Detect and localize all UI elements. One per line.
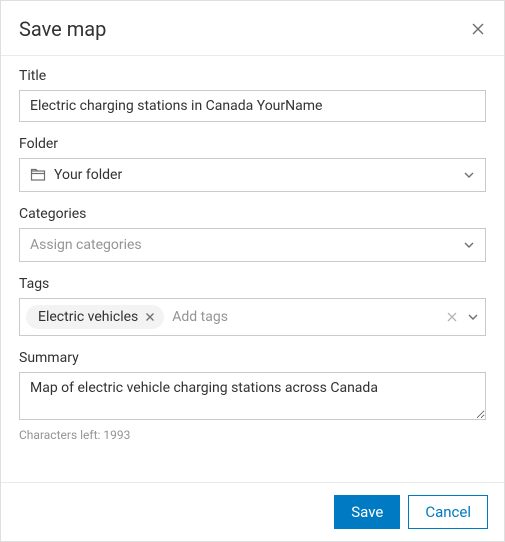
tags-input[interactable]	[170, 308, 437, 326]
categories-select[interactable]: Assign categories	[19, 228, 486, 262]
characters-left: Characters left: 1993	[19, 428, 486, 442]
categories-label: Categories	[19, 206, 486, 222]
chevron-down-icon[interactable]	[467, 311, 479, 323]
clear-tags-icon[interactable]	[443, 308, 461, 326]
folder-label: Folder	[19, 136, 486, 152]
remove-tag-icon[interactable]	[144, 311, 156, 323]
title-label: Title	[19, 68, 486, 84]
summary-field: Summary Characters left: 1993	[19, 350, 486, 442]
tags-field: Tags Electric vehicles	[19, 276, 486, 336]
dialog-header: Save map	[1, 1, 504, 55]
summary-textarea[interactable]	[19, 372, 486, 420]
title-input[interactable]	[19, 90, 486, 122]
save-button[interactable]: Save	[334, 495, 400, 529]
chevron-down-icon	[463, 169, 475, 181]
dialog-footer: Save Cancel	[1, 482, 504, 541]
tag-chip-label: Electric vehicles	[38, 309, 138, 325]
close-icon[interactable]	[470, 21, 486, 37]
tag-chip: Electric vehicles	[26, 305, 164, 329]
dialog-body: Title Folder Your folder Categories Assi…	[1, 56, 504, 482]
folder-field: Folder Your folder	[19, 136, 486, 192]
categories-field: Categories Assign categories	[19, 206, 486, 262]
save-map-dialog: Save map Title Folder Your folder Categ	[0, 0, 505, 542]
folder-value: Your folder	[54, 167, 122, 183]
tags-box[interactable]: Electric vehicles	[19, 298, 486, 336]
dialog-title: Save map	[19, 17, 106, 41]
summary-label: Summary	[19, 350, 486, 366]
folder-icon	[30, 167, 46, 183]
title-field: Title	[19, 68, 486, 122]
folder-select[interactable]: Your folder	[19, 158, 486, 192]
categories-placeholder: Assign categories	[30, 237, 142, 253]
tags-label: Tags	[19, 276, 486, 292]
cancel-button[interactable]: Cancel	[408, 495, 488, 529]
chevron-down-icon	[463, 239, 475, 251]
